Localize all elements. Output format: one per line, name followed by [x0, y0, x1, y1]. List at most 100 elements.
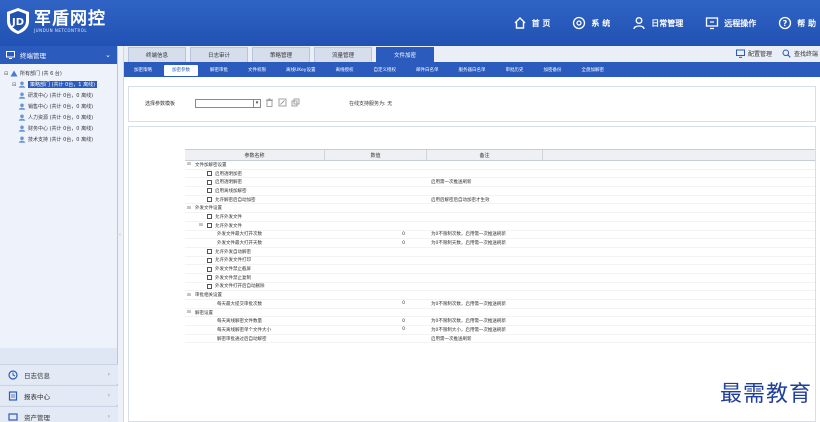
row-checkbox[interactable] [207, 257, 212, 263]
config-manage-button[interactable]: 配置管理 [735, 49, 772, 58]
param-name-cell: 每天离线解密单个文件大小 [185, 327, 325, 333]
terminal-icon [6, 51, 15, 59]
param-remark-cell: 为0不限制次数，启用需一次推送刷新 [431, 301, 506, 307]
column-header-value[interactable]: 数值 [325, 150, 427, 160]
tab-primary[interactable]: 文件加密 [376, 47, 434, 62]
row-checkbox[interactable] [207, 266, 212, 272]
row-checkbox[interactable] [207, 223, 212, 229]
tab-primary[interactable]: 策略管理 [252, 47, 310, 62]
tree-item[interactable]: ⊟ 策略部门 (共计 0台，1 离线) [4, 79, 113, 90]
tab-primary[interactable]: 流量管理 [314, 47, 372, 62]
table-row[interactable]: 每天最大提交审批次数 0 为0不限制次数，启用需一次推送刷新 [185, 300, 815, 309]
table-row[interactable]: 允许外发自动解密 [185, 248, 815, 257]
sidebar-menu-logs[interactable]: 日志信息 › [0, 364, 118, 384]
param-value-cell[interactable]: 0 [325, 319, 427, 324]
nav-home[interactable]: 首 页 [513, 16, 550, 30]
table-row[interactable]: ⊟ 文件加解密设置 [185, 161, 815, 170]
table-row[interactable]: 允许外发文件打印 [185, 257, 815, 266]
sidebar-menu-logs-label: 日志信息 [24, 371, 50, 380]
group-toggle-icon[interactable]: ⊟ [187, 206, 195, 211]
tree-item[interactable]: 人力资源 (共计 0台，0 离线) [4, 112, 113, 123]
row-checkbox[interactable] [207, 214, 212, 220]
parameter-grid: 参数名称 数值 备注 ⊟ 文件加解密设置 启用透明加密 启用透明解密 启用需一次推送刷新… [185, 149, 815, 344]
tab-secondary[interactable]: 服务器白名单 [450, 65, 493, 76]
find-terminal-button[interactable]: 查找终端 [782, 49, 818, 58]
edit-icon[interactable] [278, 98, 287, 107]
tab-secondary[interactable]: 审批历史 [497, 65, 531, 76]
tab-secondary[interactable]: 解密审批 [202, 65, 236, 76]
table-row[interactable]: 每天离线解密文件数量 0 为0不限制次数，启用需一次推送刷新 [185, 317, 815, 327]
row-checkbox[interactable] [207, 249, 212, 255]
copy-icon[interactable] [291, 98, 300, 107]
param-name: 每天离线解密文件数量 [217, 319, 262, 325]
department-icon [18, 125, 26, 132]
table-row[interactable]: 外发文件禁止复制 [185, 274, 815, 283]
table-row[interactable]: ⊟ 外发文件设置 [185, 204, 815, 214]
tree-item[interactable]: 销售中心 (共计 0台，0 离线) [4, 101, 113, 112]
tab-primary[interactable]: 终端信息 [128, 47, 186, 62]
tab-primary[interactable]: 日志审计 [190, 47, 248, 62]
group-toggle-icon[interactable]: ⊟ [187, 310, 195, 315]
param-value-cell[interactable]: 0 [325, 241, 427, 246]
tab-secondary[interactable]: 加密策略 [126, 65, 160, 76]
table-row[interactable]: 启用离线加解密 [185, 187, 815, 196]
sidebar-header[interactable]: 终端管理 ⌄ [0, 46, 117, 64]
group-toggle-icon[interactable]: ⊟ [187, 293, 195, 298]
row-checkbox[interactable] [207, 283, 212, 289]
dropdown-arrow-icon[interactable]: ▾ [253, 100, 260, 107]
row-checkbox[interactable] [207, 188, 212, 194]
tab-secondary[interactable]: 邮件白名单 [408, 65, 447, 76]
grid-body: ⊟ 文件加解密设置 启用透明加密 启用透明解密 启用需一次推送刷新 启用离线加解密 允许解密… [185, 161, 815, 344]
table-row[interactable]: 解密审批通过后自动解密 启用需一次推送刷新 [185, 335, 815, 344]
table-row[interactable]: ⊟ 审批相关设置 [185, 291, 815, 300]
group-toggle-icon[interactable]: ⊟ [187, 162, 195, 167]
brand-title: 军盾网控 [34, 8, 106, 29]
table-row[interactable]: 每天离线解密单个文件大小 0 为0不限制大小，启用需一次推送刷新 [185, 326, 815, 335]
tab-secondary[interactable]: 加密备份 [535, 65, 569, 76]
tab-secondary[interactable]: 文件权限 [240, 65, 274, 76]
tree-item[interactable]: ⊟ 所有部门 (共 6 台) [4, 68, 113, 79]
table-row[interactable]: 启用透明加密 [185, 170, 815, 179]
nav-remote[interactable]: 远程操作 [705, 16, 756, 30]
nav-help[interactable]: ? 帮 助 [778, 16, 816, 30]
table-row[interactable]: 外发文件禁止截屏 [185, 265, 815, 274]
table-row[interactable]: ⊟ 允许外发文件 [185, 222, 815, 231]
tree-item[interactable]: 研发中心 (共计 0台，0 离线) [4, 90, 113, 101]
param-name: 每天离线解密单个文件大小 [217, 327, 271, 333]
tab-secondary[interactable]: 加密参数 [164, 64, 198, 76]
nav-daily[interactable]: 日常管理 [632, 16, 683, 30]
param-value-cell[interactable]: 0 [325, 232, 427, 237]
param-name: 解密审批通过后自动解密 [217, 336, 267, 342]
sidebar-menu-reports[interactable]: 报表中心 › [0, 385, 118, 405]
delete-icon[interactable] [265, 98, 274, 107]
table-row[interactable]: 启用透明解密 启用需一次推送刷新 [185, 178, 815, 188]
table-row[interactable]: 外发文件打开后自动删除 [185, 283, 815, 292]
table-row[interactable]: 外发文件最大打开次数 0 为0不限制次数，启用需一次推送刷新 [185, 231, 815, 240]
collapse-arrow-icon[interactable]: ‹ [119, 232, 123, 246]
table-row[interactable]: 允许解密后自动加密 启用后解密后自动加密才生效 [185, 196, 815, 205]
row-checkbox[interactable] [207, 171, 212, 177]
tab-secondary[interactable]: 离线UKey设置 [278, 65, 323, 76]
tab-secondary[interactable]: 自定义授权 [365, 65, 404, 76]
table-row[interactable]: 允许外发文件 [185, 213, 815, 222]
tab-secondary[interactable]: 全盘加解密 [573, 65, 612, 76]
group-toggle-icon[interactable]: ⊟ [199, 223, 207, 228]
row-checkbox[interactable] [207, 197, 212, 203]
param-value-cell[interactable]: 0 [325, 327, 427, 332]
nav-system[interactable]: 系 统 [572, 16, 610, 30]
tree-item[interactable]: 财务中心 (共计 0台，0 离线) [4, 123, 113, 134]
param-value-cell[interactable]: 0 [325, 301, 427, 306]
param-name-cell: 外发文件最大打开天数 [185, 240, 325, 246]
table-row[interactable]: ⊟ 解密设置 [185, 309, 815, 318]
row-checkbox[interactable] [207, 179, 212, 185]
row-checkbox[interactable] [207, 275, 212, 281]
tree-item[interactable]: 技术支持 (共计 0台，0 离线) [4, 134, 113, 145]
clock-icon [8, 369, 18, 380]
table-row[interactable]: 外发文件最大打开天数 0 为0不限制天数，启用需一次推送刷新 [185, 239, 815, 248]
template-select[interactable]: ▾ [195, 99, 261, 108]
column-header-remark[interactable]: 备注 [427, 150, 543, 160]
template-actions [265, 98, 304, 107]
tab-secondary[interactable]: 离线授权 [327, 65, 361, 76]
sidebar-menu-assets[interactable]: 资产管理 › [0, 406, 118, 422]
column-header-name[interactable]: 参数名称 [185, 150, 325, 160]
